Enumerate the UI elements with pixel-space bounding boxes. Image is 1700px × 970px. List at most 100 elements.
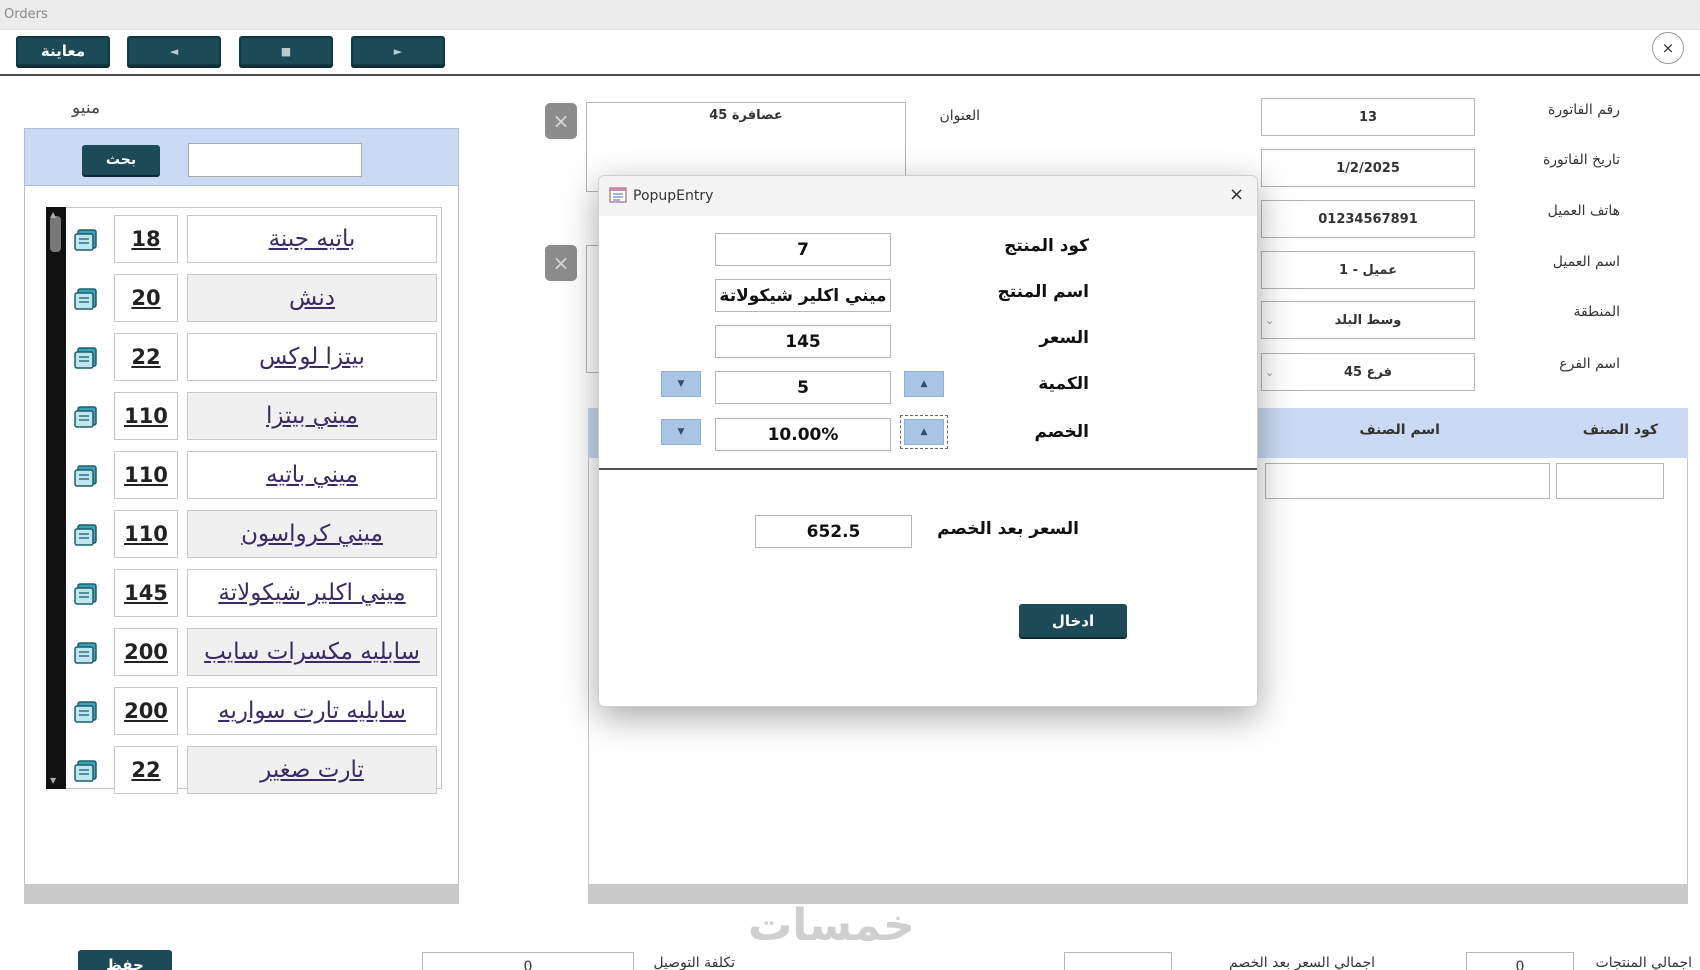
total-after-discount-label: اجمالي السعر بعد الخصم	[1229, 955, 1375, 970]
next-record-button[interactable]: ►	[351, 36, 445, 66]
search-button[interactable]: بحث	[82, 145, 160, 175]
discount-field[interactable]: 10.00%	[715, 418, 891, 451]
add-to-order-icon[interactable]	[72, 461, 100, 489]
chevron-down-icon: ▼	[677, 379, 685, 389]
customer-phone-label: هاتف العميل	[1547, 203, 1620, 219]
invoice-date-label: تاريخ الفاتورة	[1542, 152, 1620, 168]
previous-record-button[interactable]: ◄	[127, 36, 221, 66]
customer-phone-field[interactable]: 01234567891	[1261, 200, 1475, 238]
clear-items-button[interactable]: ×	[545, 245, 577, 281]
total-products-field[interactable]: 0	[1466, 952, 1574, 970]
add-to-order-icon[interactable]	[72, 343, 100, 371]
chevron-down-icon: ▼	[677, 427, 685, 437]
menu-item-name[interactable]: سابليه مكسرات سايب	[187, 628, 437, 676]
menu-item-name[interactable]: بيتزا لوكس	[187, 333, 437, 381]
delivery-cost-label: تكلفة التوصيل	[653, 955, 735, 970]
branch-combo[interactable]: فرع 45	[1261, 353, 1475, 391]
branch-label: اسم الفرع	[1559, 356, 1620, 372]
invoice-number-field[interactable]: 13	[1261, 98, 1475, 136]
popup-title: PopupEntry	[633, 188, 714, 204]
search-input[interactable]	[188, 143, 362, 177]
quantity-decrement-button[interactable]: ▼	[661, 371, 701, 397]
add-to-order-icon[interactable]	[72, 284, 100, 312]
product-name-field[interactable]: ميني اكلير شيكولاتة	[715, 279, 891, 312]
item-name-cell[interactable]	[1265, 463, 1550, 499]
add-to-order-icon[interactable]	[72, 520, 100, 548]
menu-item-name[interactable]: ميني كرواسون	[187, 510, 437, 558]
menu-item-price[interactable]: 20	[114, 274, 178, 322]
discount-decrement-button[interactable]: ▼	[661, 419, 701, 445]
menu-scrollbar[interactable]	[46, 207, 66, 789]
product-code-field[interactable]: 7	[715, 233, 891, 266]
toolbar-divider	[0, 74, 1700, 76]
close-form-button[interactable]: ×	[1652, 32, 1684, 64]
menu-item-name[interactable]: سابليه تارت سواريه	[187, 687, 437, 735]
scroll-up-icon[interactable]: ▲	[50, 210, 56, 219]
popup-entry-dialog: PopupEntry × كود المنتج 7 اسم المنتج مين…	[598, 175, 1258, 707]
price-label: السعر	[1039, 328, 1089, 348]
customer-name-field[interactable]: عميل - 1	[1261, 251, 1475, 289]
quantity-field[interactable]: 5	[715, 371, 891, 404]
region-label: المنطقة	[1573, 304, 1620, 320]
menu-item-price[interactable]: 145	[114, 569, 178, 617]
quantity-label: الكمية	[1038, 374, 1089, 394]
region-combo[interactable]: وسط البلد	[1261, 301, 1475, 339]
add-to-order-icon[interactable]	[72, 579, 100, 607]
scroll-down-icon[interactable]: ▼	[50, 776, 56, 785]
enter-button[interactable]: ادخال	[1019, 604, 1127, 637]
chevron-up-icon: ▲	[920, 427, 928, 437]
delete-record-button[interactable]: ■	[239, 36, 333, 66]
popup-divider	[599, 468, 1257, 470]
column-item-code: كود الصنف	[1582, 422, 1658, 438]
add-to-order-icon[interactable]	[72, 225, 100, 253]
product-name-label: اسم المنتج	[997, 282, 1089, 302]
net-price-field[interactable]: 652.5	[755, 515, 912, 548]
invoice-number-label: رقم الفاتورة	[1548, 102, 1620, 118]
chevron-down-icon[interactable]: ⌄	[1265, 314, 1274, 327]
menu-item-name[interactable]: ميني باتيه	[187, 451, 437, 499]
discount-label: الخصم	[1034, 422, 1089, 442]
chevron-up-icon: ▲	[920, 379, 928, 389]
menu-item-name[interactable]: تارت صغير	[187, 746, 437, 794]
quantity-increment-button[interactable]: ▲	[904, 371, 944, 397]
price-field[interactable]: 145	[715, 325, 891, 358]
chevron-down-icon[interactable]: ⌄	[1265, 366, 1274, 379]
discount-increment-button[interactable]: ▲	[900, 415, 948, 449]
clear-address-button[interactable]: ×	[545, 103, 577, 139]
add-to-order-icon[interactable]	[72, 402, 100, 430]
total-products-label: اجمالي المنتجات	[1595, 955, 1692, 970]
menu-item-price[interactable]: 18	[114, 215, 178, 263]
close-icon: ×	[552, 251, 570, 275]
menu-item-price[interactable]: 200	[114, 628, 178, 676]
net-price-label: السعر بعد الخصم	[937, 519, 1079, 539]
menu-item-name[interactable]: ميني اكلير شيكولاتة	[187, 569, 437, 617]
preview-button[interactable]: معاينة	[16, 36, 110, 66]
menu-item-name[interactable]: باتيه جبنة	[187, 215, 437, 263]
menu-item-price[interactable]: 110	[114, 451, 178, 499]
item-code-cell[interactable]	[1556, 463, 1664, 499]
add-to-order-icon[interactable]	[72, 638, 100, 666]
window-title: Orders	[4, 7, 48, 22]
preview-label: معاينة	[40, 42, 86, 60]
menu-scroll-thumb[interactable]	[50, 216, 61, 252]
menu-item-name[interactable]: ميني بيتزا	[187, 392, 437, 440]
form-icon	[609, 187, 627, 203]
total-after-discount-field[interactable]	[1064, 952, 1172, 970]
menu-footer-bar	[24, 884, 459, 904]
popup-close-button[interactable]: ×	[1229, 184, 1244, 205]
watermark: خمسات	[748, 900, 915, 951]
menu-item-price[interactable]: 200	[114, 687, 178, 735]
menu-item-price[interactable]: 22	[114, 333, 178, 381]
menu-item-price[interactable]: 110	[114, 392, 178, 440]
menu-item-price[interactable]: 110	[114, 510, 178, 558]
save-button[interactable]: حفظ	[78, 950, 172, 970]
add-to-order-icon[interactable]	[72, 697, 100, 725]
customer-name-label: اسم العميل	[1552, 254, 1620, 270]
add-to-order-icon[interactable]	[72, 756, 100, 784]
branch-value: فرع 45	[1343, 364, 1393, 380]
menu-item-price[interactable]: 22	[114, 746, 178, 794]
delivery-cost-field[interactable]: 0	[422, 952, 634, 970]
invoice-date-field[interactable]: 1/2/2025	[1261, 149, 1475, 187]
window-titlebar: Orders	[0, 0, 1700, 30]
menu-item-name[interactable]: دنش	[187, 274, 437, 322]
